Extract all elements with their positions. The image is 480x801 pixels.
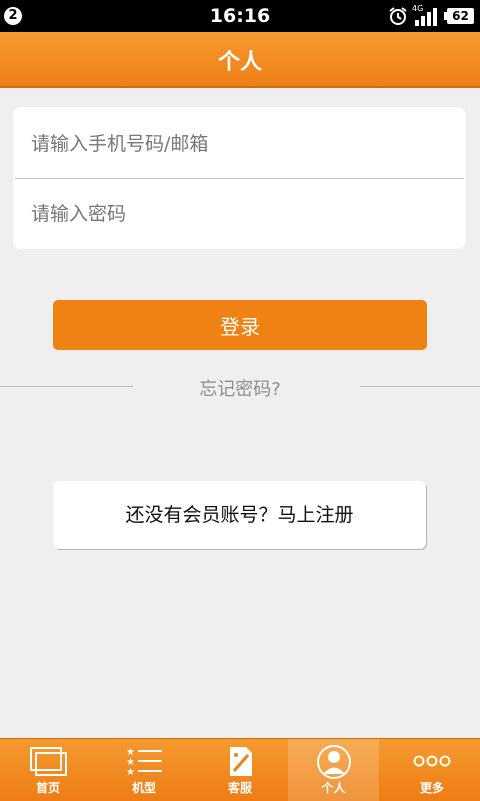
service-icon	[230, 747, 252, 776]
login-form	[13, 107, 466, 249]
title-bar: 个人	[0, 32, 480, 88]
password-input[interactable]	[13, 179, 466, 249]
phone-email-input[interactable]	[13, 109, 466, 179]
tab-home[interactable]: 首页	[0, 739, 96, 801]
tab-more-label: 更多	[419, 781, 444, 795]
tab-personal-label: 个人	[321, 781, 346, 795]
page-title: 个人	[217, 50, 262, 75]
forgot-password-link[interactable]: 忘记密码?	[0, 375, 480, 401]
tab-home-label: 首页	[35, 781, 60, 795]
bottom-tab-bar: 首页 ★ ★ ★ 机型 客服 个人 更多	[0, 738, 480, 801]
battery-icon: 62	[444, 8, 474, 24]
svg-text:★: ★	[126, 767, 135, 777]
register-button[interactable]: 还没有会员账号？马上注册	[53, 481, 426, 549]
tab-models-label: 机型	[131, 781, 156, 795]
tab-personal[interactable]: 个人	[288, 739, 379, 801]
status-time: 16:16	[209, 5, 271, 27]
more-icon	[413, 755, 451, 767]
tab-more[interactable]: 更多	[384, 739, 480, 801]
login-button[interactable]: 登录	[53, 300, 427, 350]
person-icon	[316, 745, 351, 779]
status-bar: 2 16:16 4G 62	[0, 0, 480, 32]
list-icon: ★ ★ ★	[126, 747, 162, 777]
tab-service[interactable]: 客服	[192, 739, 288, 801]
signal-icon	[415, 8, 437, 26]
alarm-icon	[389, 7, 407, 25]
tab-service-label: 客服	[227, 781, 252, 795]
tab-models[interactable]: ★ ★ ★ 机型	[96, 739, 192, 801]
home-icon	[30, 747, 67, 776]
